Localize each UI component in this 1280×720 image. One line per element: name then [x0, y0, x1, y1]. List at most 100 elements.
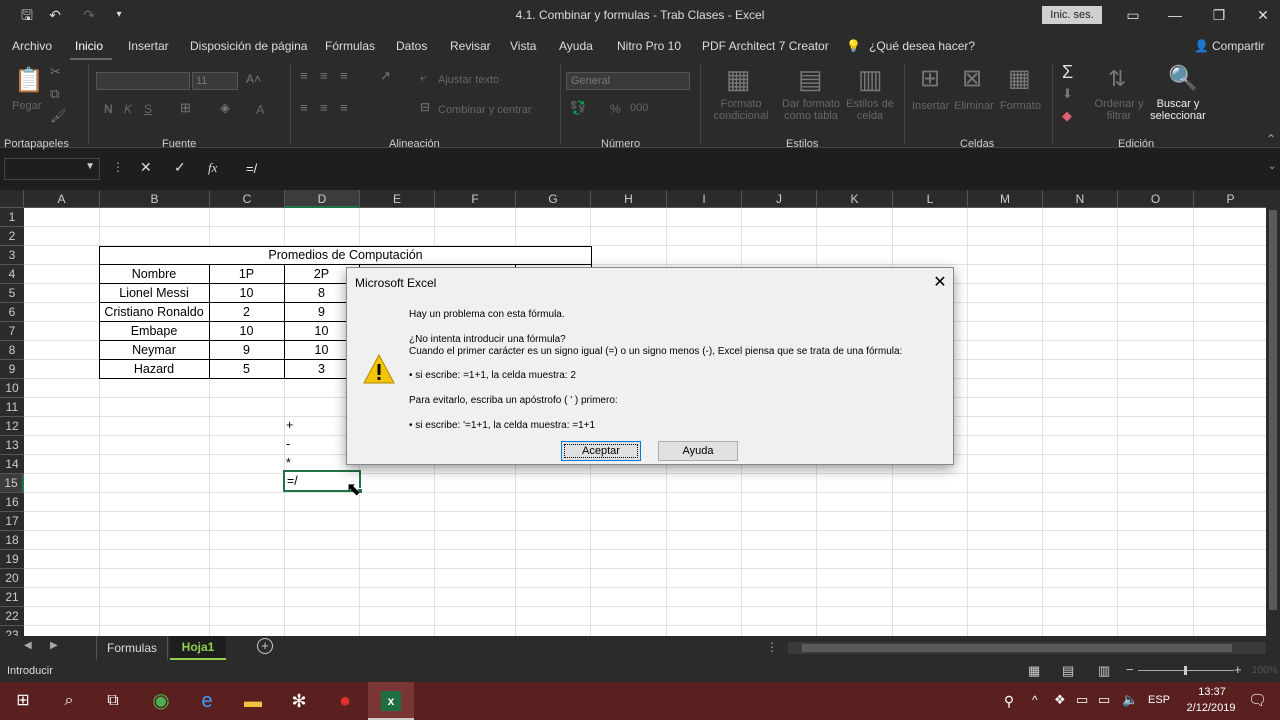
page-layout-icon[interactable]: ▤ [1062, 663, 1074, 679]
table-cell[interactable]: Embape [99, 322, 209, 341]
add-sheet-icon[interactable]: + [257, 638, 273, 654]
col-header[interactable]: D [285, 190, 360, 208]
insert-cells-icon[interactable]: ⊞ [920, 64, 940, 93]
merge-icon[interactable]: ⊟ [420, 100, 430, 114]
row-header[interactable]: 16 [0, 493, 24, 512]
bold-button[interactable]: N [104, 102, 113, 116]
paste-icon[interactable]: 📋 [14, 66, 44, 95]
delete-cells-button[interactable]: Eliminar [954, 100, 994, 112]
expand-formula-icon[interactable]: ⌄ [1268, 161, 1276, 172]
table-cell[interactable]: Neymar [99, 341, 209, 360]
dropbox-icon[interactable]: ❖ [1054, 692, 1066, 708]
row-header[interactable]: 15 [0, 474, 24, 493]
col-header[interactable]: L [893, 190, 968, 208]
search-icon[interactable]: ⌕ [46, 682, 92, 720]
page-break-icon[interactable]: ▥ [1098, 663, 1110, 679]
tab-nitro[interactable]: Nitro Pro 10 [617, 39, 681, 53]
font-color-icon[interactable]: A [256, 102, 265, 117]
confirm-entry-icon[interactable]: ✓ [174, 159, 186, 176]
row-header[interactable]: 21 [0, 588, 24, 607]
name-box[interactable]: ▼ [4, 158, 100, 180]
number-format-select[interactable]: General [566, 72, 690, 90]
align-top-icon[interactable]: ≡ [300, 68, 308, 83]
table-cell[interactable]: 9 [209, 341, 284, 360]
chrome-icon[interactable]: ◉ [138, 682, 184, 720]
col-header[interactable]: N [1043, 190, 1118, 208]
col-header[interactable]: G [516, 190, 591, 208]
row-header[interactable]: 18 [0, 531, 24, 550]
borders-icon[interactable]: ⊞ [180, 100, 191, 116]
insert-function-icon[interactable]: fx [208, 160, 217, 176]
vertical-scroll-thumb[interactable] [1269, 210, 1277, 610]
horizontal-scrollbar[interactable] [788, 642, 1266, 654]
fill-color-icon[interactable]: ◈ [220, 100, 230, 116]
row-header[interactable]: 6 [0, 303, 24, 322]
people-icon[interactable]: ⚲ [986, 682, 1032, 720]
language-indicator[interactable]: ESP [1148, 694, 1170, 706]
autosum-icon[interactable]: Σ [1062, 62, 1073, 83]
font-size-select[interactable]: 11 [192, 72, 238, 90]
table-format-icon[interactable]: ▤ [798, 64, 823, 95]
formula-input[interactable]: =/ [234, 158, 1264, 180]
underline-button[interactable]: S [144, 102, 152, 116]
col-header[interactable]: P [1194, 190, 1268, 208]
row-header[interactable]: 8 [0, 341, 24, 360]
insert-cells-button[interactable]: Insertar [912, 100, 949, 112]
opera-icon[interactable]: ● [322, 682, 368, 720]
next-sheet-icon[interactable]: ▶ [50, 640, 58, 651]
header-nombre[interactable]: Nombre [99, 265, 209, 284]
cut-icon[interactable]: ✂ [50, 64, 61, 80]
conditional-format-icon[interactable]: ▦ [726, 64, 751, 95]
dialog-close-icon[interactable]: ✕ [929, 272, 951, 294]
cell-styles-icon[interactable]: ▥ [858, 64, 883, 95]
row-header[interactable]: 10 [0, 379, 24, 398]
horizontal-scroll-thumb[interactable] [802, 644, 1232, 652]
table-cell[interactable]: 2 [209, 303, 284, 322]
italic-button[interactable]: K [124, 102, 132, 116]
row-header[interactable]: 7 [0, 322, 24, 341]
wrap-text-button[interactable]: Ajustar texto [438, 74, 499, 86]
conditional-format-button[interactable]: Formato condicional [706, 98, 776, 122]
accept-button[interactable]: Aceptar [561, 441, 641, 461]
minimize-icon[interactable]: — [1166, 6, 1184, 24]
col-header[interactable]: B [100, 190, 210, 208]
row-header[interactable]: 2 [0, 227, 24, 246]
notifications-icon[interactable]: 🗨 [1248, 691, 1267, 709]
format-cells-button[interactable]: Formato [1000, 100, 1041, 112]
tab-insertar[interactable]: Insertar [128, 39, 169, 53]
tab-pdf-architect[interactable]: PDF Architect 7 Creator [702, 39, 829, 53]
align-left-icon[interactable]: ≡ [300, 100, 308, 115]
header-1p[interactable]: 1P [209, 265, 284, 284]
table-cell[interactable]: 10 [209, 284, 284, 303]
windows-start-icon[interactable]: ⊞ [0, 682, 46, 720]
percent-button[interactable]: % [610, 102, 621, 116]
tab-ayuda[interactable]: Ayuda [559, 39, 593, 53]
loading-app-icon[interactable]: ✻ [276, 682, 322, 720]
table-format-button[interactable]: Dar formato como tabla [776, 98, 846, 122]
copy-icon[interactable]: ⧉ [50, 86, 59, 102]
cancel-entry-icon[interactable]: ✕ [140, 159, 152, 176]
tab-datos[interactable]: Datos [396, 39, 427, 53]
cell-styles-button[interactable]: Estilos de celda [842, 98, 898, 122]
share-button[interactable]: Compartir [1212, 39, 1265, 53]
find-select-button[interactable]: Buscar y seleccionar [1146, 98, 1210, 122]
row-header[interactable]: 12 [0, 417, 24, 436]
sort-filter-icon[interactable]: ⇅ [1108, 66, 1126, 92]
battery-icon[interactable]: ▭ [1076, 692, 1088, 708]
clock-date[interactable]: 2/12/2019 [1180, 702, 1242, 714]
table-cell[interactable]: 5 [209, 360, 284, 379]
row-header[interactable]: 17 [0, 512, 24, 531]
edge-icon[interactable]: e [184, 682, 230, 720]
col-header[interactable]: E [360, 190, 435, 208]
thousands-button[interactable]: 000 [630, 102, 648, 114]
wrap-text-icon[interactable]: ⤶ [420, 70, 427, 85]
clear-icon[interactable]: ◆ [1062, 108, 1072, 124]
row-header[interactable]: 5 [0, 284, 24, 303]
close-icon[interactable]: ✕ [1254, 6, 1272, 24]
maximize-icon[interactable]: ❐ [1210, 6, 1228, 24]
tray-chevron-icon[interactable]: ^ [1032, 693, 1038, 707]
col-header[interactable]: F [435, 190, 516, 208]
zoom-in-icon[interactable]: + [1234, 662, 1242, 677]
sheet-tab-hoja1[interactable]: Hoja1 [170, 636, 226, 660]
format-painter-icon[interactable]: 🖌 [50, 108, 67, 124]
